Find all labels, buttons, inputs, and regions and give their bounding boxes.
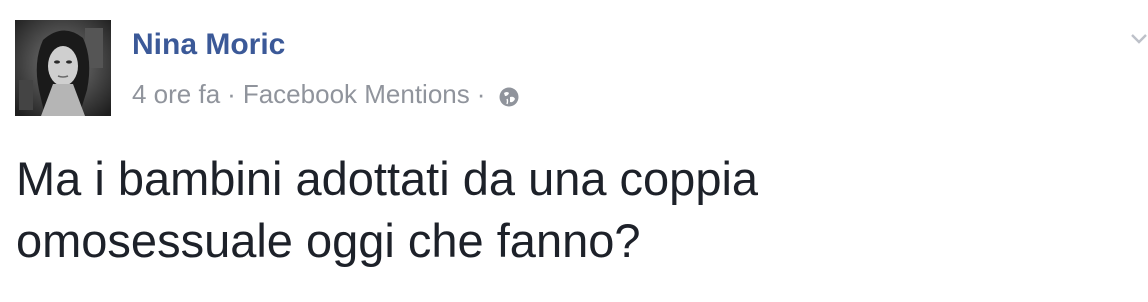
post-meta: 4 ore fa · Facebook Mentions · [132, 78, 520, 110]
author-name-link[interactable]: Nina Moric [132, 26, 285, 64]
avatar[interactable] [15, 20, 111, 116]
post-message-line: omosessuale oggi che fanno? [16, 214, 641, 267]
avatar-image [15, 20, 111, 116]
facebook-post: Nina Moric 4 ore fa · Facebook Mentions … [0, 0, 1148, 302]
post-message: Ma i bambini adottati da una coppia omos… [16, 148, 1116, 272]
meta-separator: · [476, 79, 486, 109]
chevron-down-icon[interactable] [1130, 30, 1148, 48]
source-link[interactable]: Facebook Mentions [243, 78, 470, 110]
post-message-line: Ma i bambini adottati da una coppia [16, 152, 759, 205]
globe-icon[interactable] [498, 83, 520, 107]
timestamp-link[interactable]: 4 ore fa [132, 78, 220, 110]
meta-separator: · [227, 79, 236, 109]
